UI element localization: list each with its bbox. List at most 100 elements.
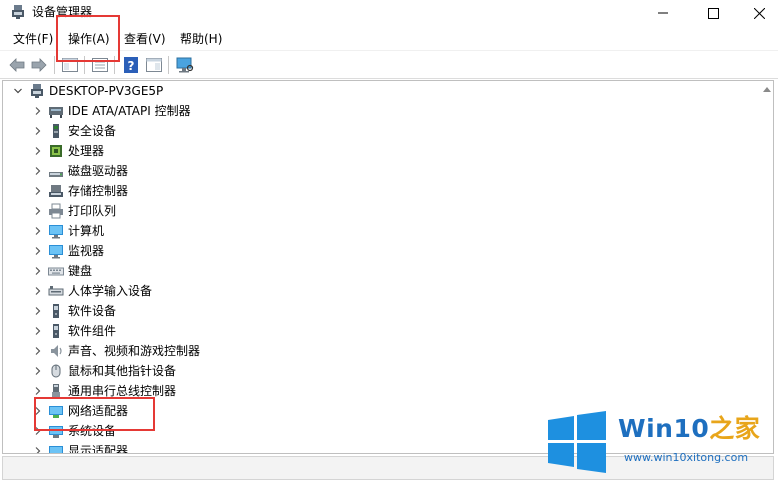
- tree-item[interactable]: 软件设备: [3, 301, 743, 321]
- tree-item[interactable]: 存储控制器: [3, 181, 743, 201]
- chevron-right-icon[interactable]: [33, 446, 43, 453]
- chevron-right-icon[interactable]: [33, 366, 43, 376]
- chevron-down-icon[interactable]: [13, 86, 23, 96]
- chevron-right-icon[interactable]: [33, 406, 43, 416]
- tree-item-label: 显示适配器: [68, 444, 129, 454]
- mouse-icon: [51, 364, 61, 378]
- tree-root-label: DESKTOP-PV3GE5P: [49, 84, 164, 98]
- watermark: Win10之家 www.win10xitong.com: [540, 407, 776, 477]
- tree-root[interactable]: DESKTOP-PV3GE5P: [3, 81, 743, 101]
- tree-item-label: 软件组件: [68, 324, 117, 338]
- svg-text:?: ?: [128, 59, 135, 73]
- chevron-right-icon[interactable]: [33, 426, 43, 436]
- tree-item[interactable]: 磁盘驱动器: [3, 161, 743, 181]
- tree-item-label: 磁盘驱动器: [68, 164, 129, 178]
- view-icon: [146, 58, 162, 72]
- windows-logo-icon: [548, 411, 606, 473]
- monitor-icon: [49, 245, 63, 259]
- chevron-right-icon[interactable]: [33, 266, 43, 276]
- storage-controller-icon: [49, 185, 63, 197]
- toolbar-separator: [114, 56, 115, 74]
- usb-icon: [52, 384, 60, 398]
- minimize-button[interactable]: [640, 0, 686, 26]
- device-manager-icon: [12, 5, 24, 19]
- maximize-button[interactable]: [690, 0, 736, 26]
- properties-button[interactable]: [91, 56, 109, 74]
- chevron-right-icon[interactable]: [33, 306, 43, 316]
- chevron-right-icon[interactable]: [33, 126, 43, 136]
- watermark-url: www.win10xitong.com: [624, 451, 749, 464]
- tree-item[interactable]: 计算机: [3, 221, 743, 241]
- menu-view[interactable]: 查看(V): [123, 30, 167, 48]
- chevron-right-icon[interactable]: [33, 326, 43, 336]
- tree-item[interactable]: IDE ATA/ATAPI 控制器: [3, 101, 743, 121]
- chevron-right-icon[interactable]: [33, 146, 43, 156]
- show-hide-tree-icon: [62, 58, 78, 72]
- device-tree[interactable]: DESKTOP-PV3GE5P IDE ATA/ATAPI 控制器 安全设备 处理器…: [2, 80, 774, 454]
- close-button[interactable]: [736, 0, 778, 26]
- toolbar-separator: [84, 56, 85, 74]
- minimize-icon: [658, 12, 668, 14]
- tree-item[interactable]: 鼠标和其他指针设备: [3, 361, 743, 381]
- watermark-brand-accent: 之家: [709, 414, 761, 443]
- tree-item-label: 系统设备: [68, 424, 117, 438]
- security-device-icon: [53, 124, 59, 138]
- computer-icon: [49, 225, 63, 239]
- tree-item[interactable]: 监视器: [3, 241, 743, 261]
- tree-item[interactable]: 键盘: [3, 261, 743, 281]
- tree-item[interactable]: 人体学输入设备: [3, 281, 743, 301]
- menu-help[interactable]: 帮助(H): [179, 30, 223, 48]
- chevron-right-icon[interactable]: [33, 386, 43, 396]
- tree-item-label: 通用串行总线控制器: [68, 384, 177, 398]
- scan-hardware-icon: [176, 57, 194, 73]
- menu-file[interactable]: 文件(F): [12, 30, 54, 48]
- maximize-icon: [707, 7, 719, 19]
- printer-icon: [49, 203, 63, 219]
- title-bar: 设备管理器: [0, 0, 778, 26]
- forward-button[interactable]: [30, 56, 48, 74]
- tree-item[interactable]: 打印队列: [3, 201, 743, 221]
- back-button[interactable]: [8, 56, 26, 74]
- toolbar-separator: [54, 56, 55, 74]
- window-title: 设备管理器: [32, 5, 93, 19]
- tree-item[interactable]: 声音、视频和游戏控制器: [3, 341, 743, 361]
- view-button[interactable]: [145, 56, 163, 74]
- menu-action[interactable]: 操作(A): [67, 30, 111, 48]
- chevron-right-icon[interactable]: [33, 166, 43, 176]
- tree-item-label: 存储控制器: [68, 184, 129, 198]
- tree-item-label: 人体学输入设备: [68, 284, 153, 298]
- scan-hardware-button[interactable]: [176, 56, 194, 74]
- hid-icon: [48, 286, 64, 296]
- chevron-right-icon[interactable]: [33, 346, 43, 356]
- chevron-right-icon[interactable]: [33, 286, 43, 296]
- tree-item[interactable]: 通用串行总线控制器: [3, 381, 743, 401]
- tree-item-label: 软件设备: [68, 304, 117, 318]
- watermark-brand-main: Win10: [618, 414, 710, 443]
- tree-item-label: 键盘: [68, 264, 93, 278]
- ide-controller-icon: [49, 107, 63, 118]
- computer-root-icon: [31, 84, 43, 98]
- chevron-right-icon[interactable]: [33, 106, 43, 116]
- tree-item-label: 鼠标和其他指针设备: [68, 364, 177, 378]
- forward-arrow-icon: [31, 58, 47, 72]
- network-adapter-icon: [49, 406, 63, 418]
- vertical-scrollbar[interactable]: [761, 81, 773, 453]
- scroll-up-arrow-icon[interactable]: [763, 87, 771, 92]
- software-device-icon: [53, 304, 59, 318]
- chevron-right-icon[interactable]: [33, 206, 43, 216]
- toolbar: ?: [0, 50, 778, 79]
- help-icon: ?: [124, 57, 138, 73]
- tree-item[interactable]: 处理器: [3, 141, 743, 161]
- sound-icon: [51, 345, 62, 357]
- tree-item[interactable]: 安全设备: [3, 121, 743, 141]
- chevron-right-icon[interactable]: [33, 246, 43, 256]
- back-arrow-icon: [9, 58, 25, 72]
- chevron-right-icon[interactable]: [33, 226, 43, 236]
- show-hide-tree-button[interactable]: [61, 56, 79, 74]
- chevron-right-icon[interactable]: [33, 186, 43, 196]
- tree-item[interactable]: 软件组件: [3, 321, 743, 341]
- help-button[interactable]: ?: [122, 56, 140, 74]
- tree-item-label: 监视器: [68, 244, 105, 258]
- display-adapter-icon: [49, 446, 63, 453]
- processor-icon: [50, 145, 62, 157]
